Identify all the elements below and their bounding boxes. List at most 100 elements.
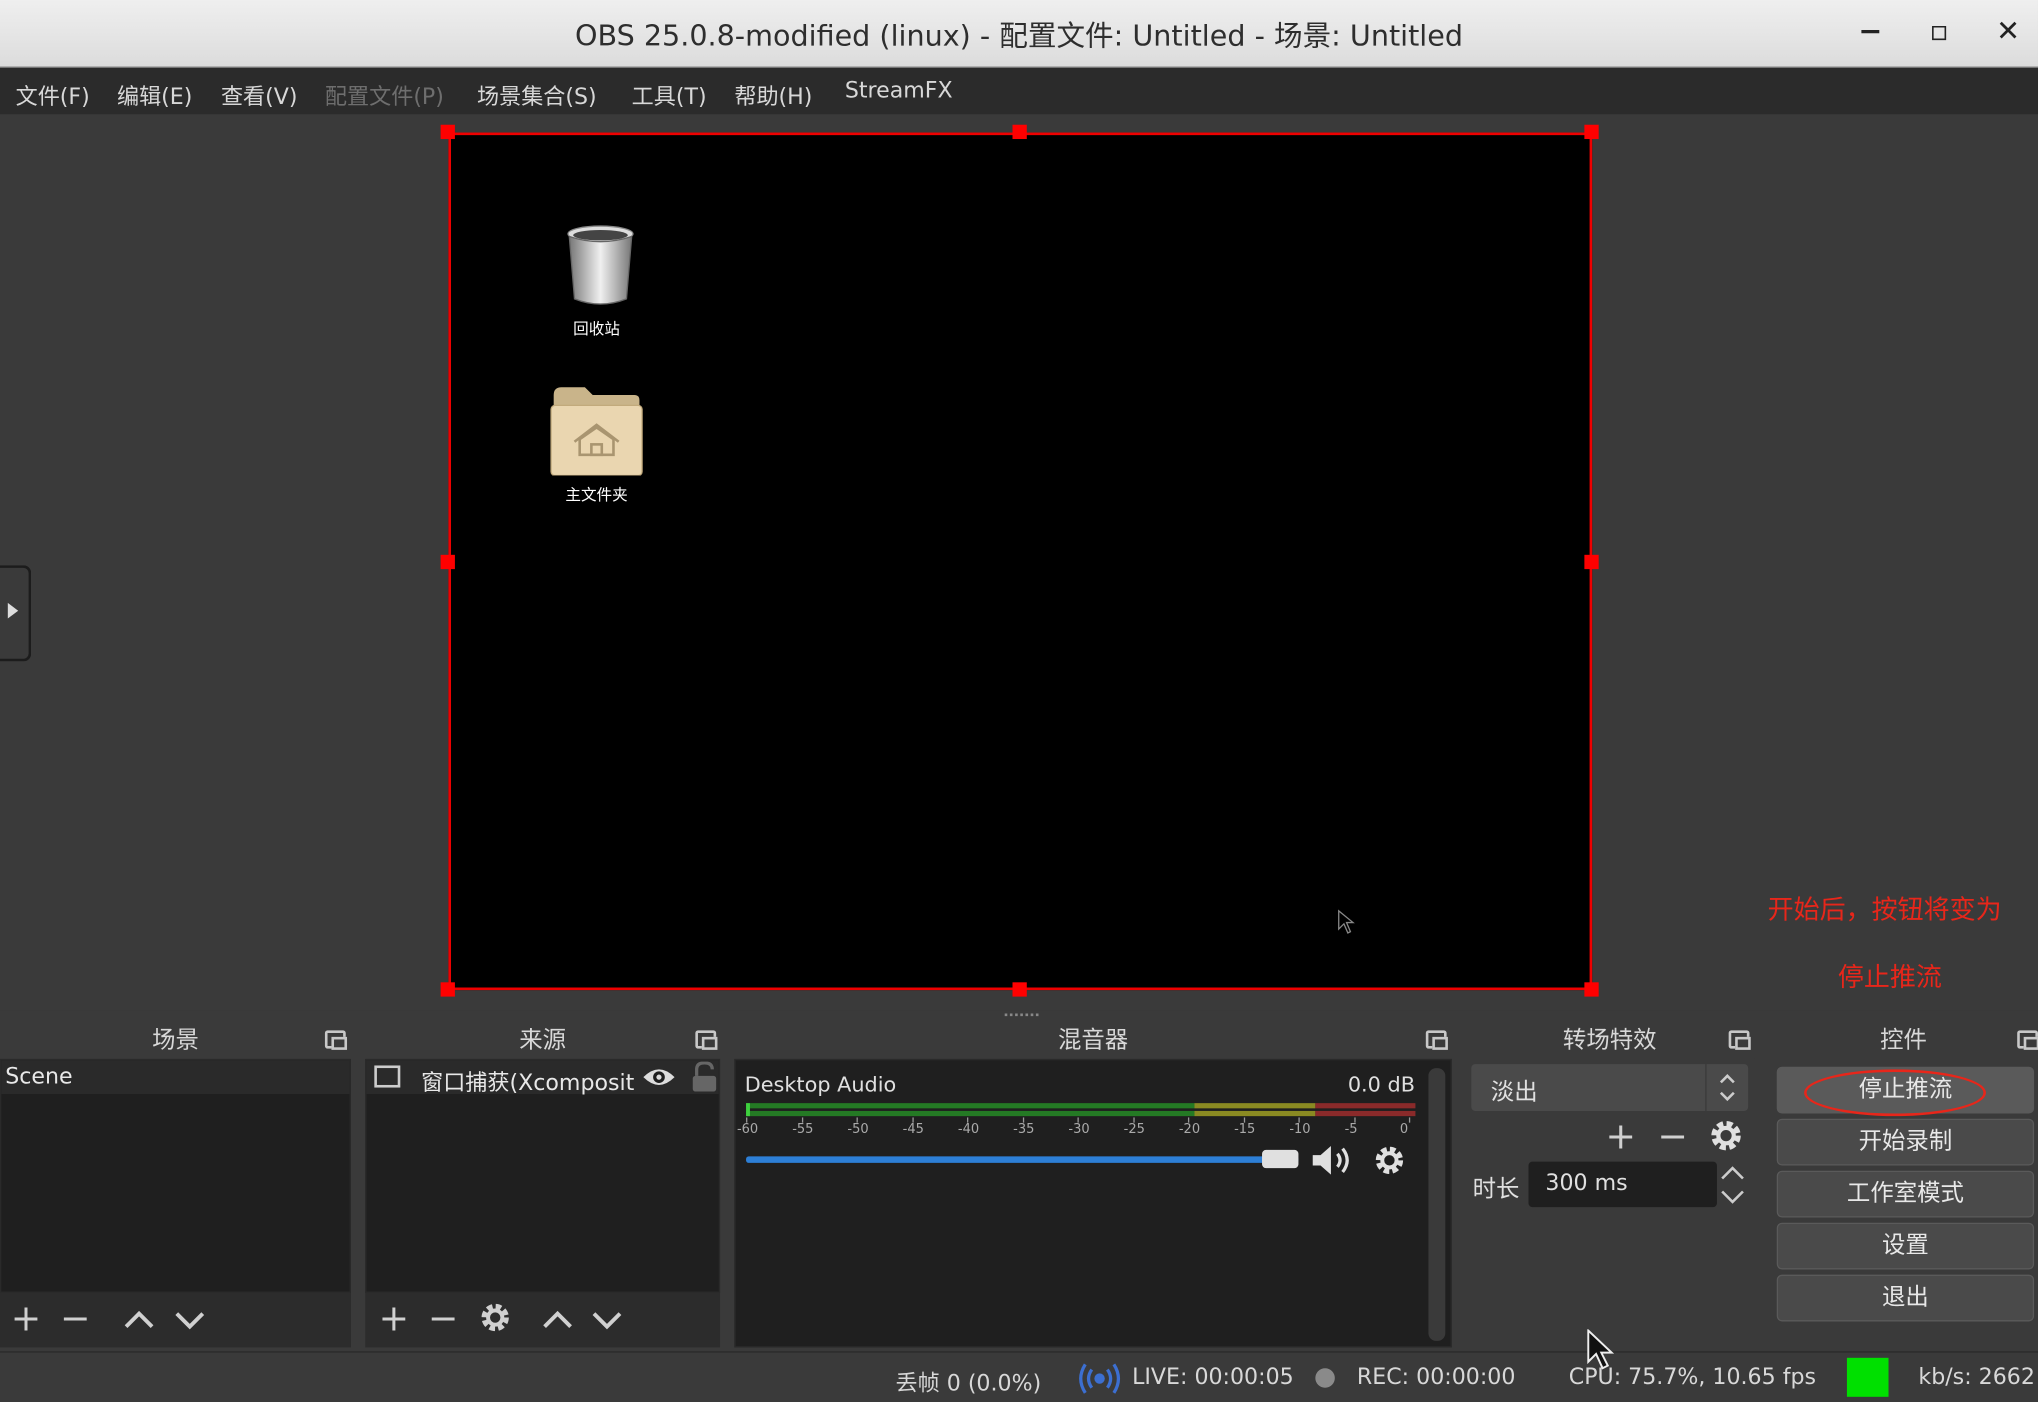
scene-label: Scene (5, 1064, 73, 1091)
menu-help[interactable]: 帮助(H) (734, 78, 812, 110)
add-scene-button[interactable]: + (5, 1300, 47, 1337)
start-recording-button[interactable]: 开始录制 (1776, 1118, 2035, 1166)
list-item-source[interactable]: 窗口捕获(Xcomposit (366, 1060, 719, 1097)
maximize-button[interactable]: ▫ (1920, 13, 1959, 52)
studio-mode-button[interactable]: 工作室模式 (1776, 1170, 2035, 1218)
annotation-line-1: 开始后，按钮将变为 (1767, 893, 2002, 926)
controls-dock-title: 控件 (1768, 1022, 2038, 1059)
meter-tick-label: -20 (1178, 1122, 1201, 1137)
resize-handle[interactable] (440, 554, 455, 570)
remove-scene-button[interactable]: − (55, 1300, 97, 1337)
minimize-button[interactable]: − (1851, 13, 1890, 52)
play-right-icon (7, 602, 19, 619)
meter-tick-label: -60 (736, 1122, 759, 1137)
preview-canvas[interactable]: 回收站 主文件夹 (448, 132, 1593, 991)
list-item-scene[interactable]: Scene (1, 1060, 350, 1095)
mixer-dock-title: 混音器 (734, 1022, 1452, 1059)
sources-list: 窗口捕获(Xcomposit (365, 1058, 721, 1293)
transition-properties-button[interactable] (1708, 1117, 1744, 1159)
resize-handle[interactable] (1584, 982, 1599, 997)
menu-tools[interactable]: 工具(T) (632, 78, 707, 110)
window-capture-icon (374, 1065, 401, 1088)
meter-tick-label: -55 (792, 1122, 814, 1137)
meter-tick-label: -15 (1234, 1122, 1256, 1137)
live-time: LIVE: 00:00:05 (1132, 1364, 1294, 1391)
dock-float-icon[interactable] (695, 1030, 718, 1050)
gear-icon (481, 1303, 509, 1332)
add-source-button[interactable]: + (373, 1300, 415, 1337)
volume-meter (746, 1110, 1416, 1117)
mixer-scrollbar[interactable] (1428, 1068, 1446, 1341)
menu-file[interactable]: 文件(F) (16, 78, 90, 110)
meter-tick-label: -45 (902, 1122, 924, 1137)
meter-tick-label: -35 (1013, 1122, 1035, 1137)
transition-select[interactable]: 淡出 (1471, 1064, 1749, 1111)
source-properties-button[interactable] (474, 1301, 516, 1341)
window-title: OBS 25.0.8-modified (linux) - 配置文件: Unti… (574, 20, 1463, 54)
close-button[interactable]: ✕ (1989, 13, 2028, 52)
dock-splitter[interactable] (0, 1010, 2038, 1022)
menu-scene-collection[interactable]: 场景集合(S) (477, 78, 597, 110)
resize-handle[interactable] (1584, 124, 1599, 140)
gear-icon (1711, 1120, 1741, 1151)
settings-button[interactable]: 设置 (1776, 1222, 2035, 1270)
move-up-button[interactable] (537, 1301, 579, 1344)
volume-slider-handle[interactable] (1262, 1149, 1299, 1169)
duration-stepper[interactable] (1718, 1162, 1747, 1214)
volume-meter (746, 1103, 1416, 1109)
exit-button[interactable]: 退出 (1776, 1274, 2035, 1322)
chevron-up-icon (543, 1310, 572, 1329)
move-up-button[interactable] (118, 1301, 160, 1344)
record-icon (1315, 1368, 1335, 1388)
remove-transition-button[interactable]: − (1652, 1118, 1694, 1155)
gear-icon[interactable] (1373, 1143, 1407, 1182)
menu-view[interactable]: 查看(V) (221, 78, 298, 110)
resize-handle[interactable] (440, 982, 455, 997)
speaker-icon[interactable] (1310, 1142, 1357, 1184)
resize-handle[interactable] (1012, 982, 1027, 997)
sidebar-toggle-button[interactable] (0, 565, 32, 662)
cursor-icon (1337, 909, 1355, 936)
live-broadcast-icon (1079, 1362, 1121, 1401)
dock-float-icon[interactable] (1425, 1030, 1448, 1050)
duration-input[interactable]: 300 ms (1528, 1161, 1717, 1208)
eye-icon[interactable] (642, 1065, 676, 1094)
meter-tick-label: -40 (957, 1122, 980, 1137)
menu-streamfx[interactable]: StreamFX (845, 78, 953, 104)
scenes-toolbar: + − (0, 1292, 351, 1348)
trash-label: 回收站 (573, 319, 620, 338)
dock-float-icon[interactable] (324, 1030, 348, 1050)
unlock-icon[interactable] (691, 1061, 717, 1098)
meter-tick-label: -30 (1068, 1122, 1090, 1137)
resize-handle[interactable] (1012, 124, 1027, 140)
source-label: 窗口捕获(Xcomposit (421, 1070, 635, 1097)
meter-tick-label: 0 (1399, 1122, 1409, 1137)
annotation-circle (1804, 1069, 1987, 1117)
add-transition-button[interactable]: + (1600, 1118, 1642, 1155)
sources-toolbar: + − (365, 1292, 721, 1348)
grip-icon (1004, 1013, 1039, 1017)
move-down-button[interactable] (169, 1301, 211, 1344)
volume-slider-track[interactable] (746, 1156, 1299, 1163)
meter-tick-label: -5 (1344, 1122, 1358, 1137)
chevron-down-icon (592, 1312, 622, 1330)
duration-value: 300 ms (1545, 1170, 1628, 1197)
trash-icon (561, 223, 639, 307)
audio-level-db: 0.0 dB (1347, 1071, 1415, 1097)
annotation-line-2: 停止推流 (1837, 961, 1942, 993)
home-folder-label: 主文件夹 (565, 485, 628, 505)
meter-tick (1408, 1117, 1411, 1123)
scenes-list: Scene (0, 1058, 351, 1293)
dock-float-icon[interactable] (2017, 1030, 2038, 1050)
duration-label: 时长 (1472, 1175, 1520, 1204)
sources-dock-title: 来源 (365, 1022, 721, 1059)
transition-selected-value: 淡出 (1490, 1078, 1538, 1106)
remove-source-button[interactable]: − (422, 1300, 464, 1337)
resize-handle[interactable] (440, 124, 455, 140)
menu-edit[interactable]: 编辑(E) (117, 78, 192, 110)
resize-handle[interactable] (1584, 554, 1599, 570)
menu-profile[interactable]: 配置文件(P) (325, 78, 444, 110)
move-down-button[interactable] (586, 1301, 628, 1344)
rec-time: REC: 00:00:00 (1356, 1364, 1516, 1391)
dock-float-icon[interactable] (1728, 1030, 1751, 1050)
